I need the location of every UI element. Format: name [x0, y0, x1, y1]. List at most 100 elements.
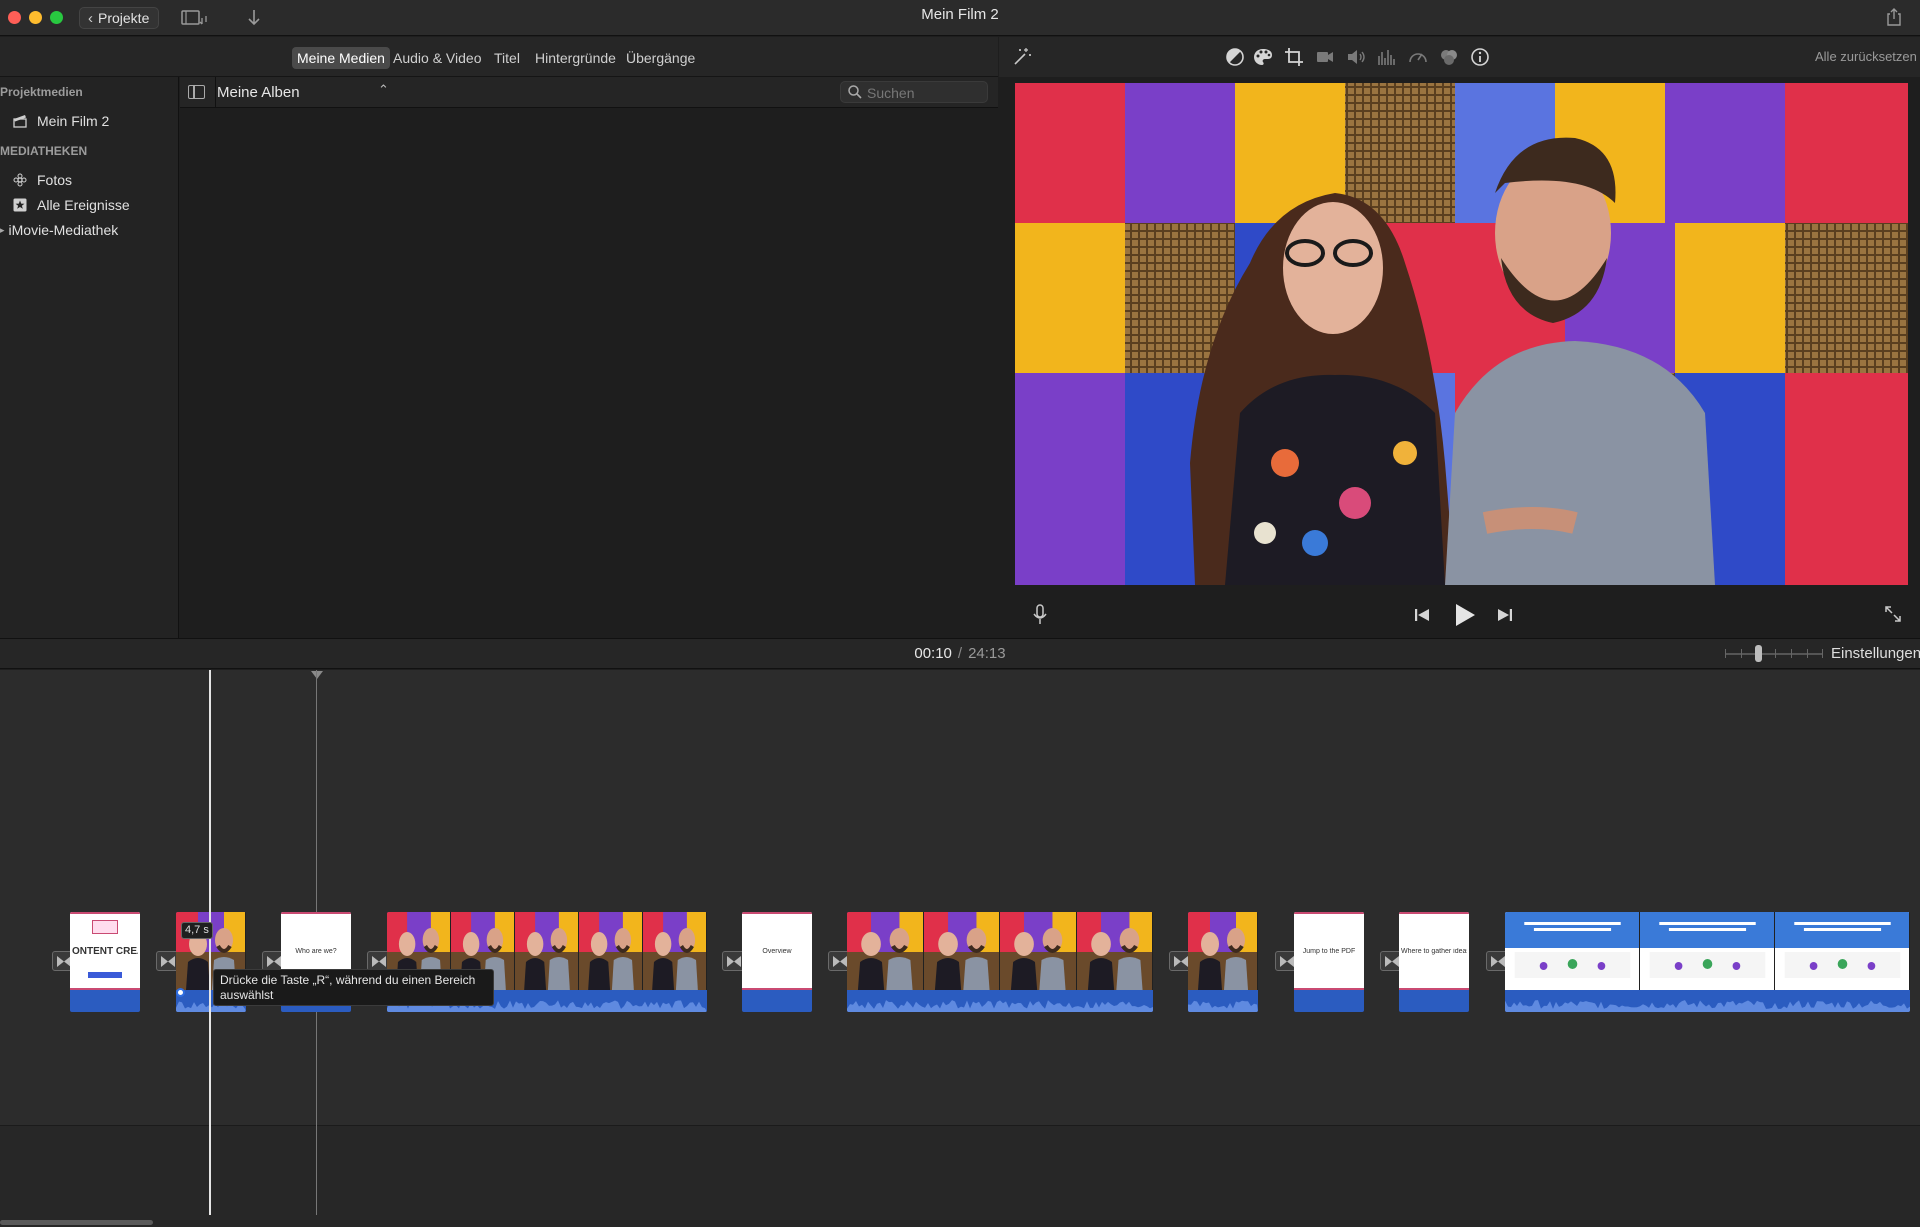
sidebar-item-label: Fotos [37, 172, 73, 188]
audio-drop-zone[interactable] [0, 1125, 1920, 1227]
title-clip[interactable]: Overview [742, 912, 812, 1012]
logo-icon [92, 920, 118, 934]
volume-icon[interactable] [1345, 46, 1367, 68]
skip-forward-icon[interactable] [1497, 607, 1513, 628]
sidebar-item-label: Alle Ereignisse [37, 197, 130, 213]
up-down-chevron-icon[interactable]: ⌃ [378, 82, 389, 98]
playhead-marker[interactable] [311, 671, 323, 679]
sidebar-item-imovie-library[interactable]: ▸ iMovie-Mediathek [0, 222, 118, 238]
speed-icon[interactable] [1407, 46, 1429, 68]
tab-titel[interactable]: Titel [489, 47, 525, 69]
video-frame [923, 912, 1000, 990]
project-media-header: Projektmedien [0, 85, 83, 99]
sidebar-item-label: Mein Film 2 [37, 113, 110, 129]
clip-thumbnail: Jump to the PDF [1294, 912, 1364, 990]
search-input[interactable] [867, 84, 982, 101]
audio-waveform [70, 990, 140, 1012]
video-clip[interactable] [847, 912, 1153, 1012]
clip-thumbnail [847, 912, 1153, 990]
video-frame [1076, 912, 1153, 990]
play-icon[interactable] [1454, 603, 1476, 632]
tab-hintergruende[interactable]: Hintergründe [530, 47, 621, 69]
skip-back-icon[interactable] [1414, 607, 1430, 628]
time-separator: / [957, 645, 963, 662]
title-card-text: Overview [762, 948, 792, 955]
clip-thumbnail [1505, 912, 1910, 990]
window-title: Mein Film 2 [921, 6, 999, 23]
crop-icon[interactable] [1283, 46, 1305, 68]
slide-frame [1505, 912, 1640, 990]
tab-meine-medien[interactable]: Meine Medien [292, 47, 390, 69]
timeline-header: 00:10 / 24:13 Einstellungen [0, 638, 1920, 669]
title-clip[interactable]: Jump to the PDF [1294, 912, 1364, 1012]
color-correction-icon[interactable] [1252, 46, 1274, 68]
search-icon [847, 84, 863, 100]
timeline-scrollbar[interactable] [0, 1220, 153, 1225]
clip-thumbnail [1188, 912, 1258, 990]
equalizer-icon[interactable] [1376, 46, 1398, 68]
video-clip[interactable] [1188, 912, 1258, 1012]
tab-uebergaenge[interactable]: Übergänge [621, 47, 700, 69]
slide-frame [1775, 912, 1910, 990]
viewer: Alle zurücksetzen [999, 37, 1920, 638]
clip-duration-badge: 4,7 s [181, 922, 213, 939]
star-event-icon [12, 197, 28, 213]
current-time: 00:10 [914, 645, 952, 662]
info-icon[interactable] [1469, 46, 1491, 68]
video-clip[interactable] [1505, 912, 1910, 1012]
tooltip: Drücke die Taste „R“, während du einen B… [213, 969, 494, 1006]
audio-waveform [1399, 990, 1469, 1012]
sidebar-toggle-icon[interactable] [188, 85, 205, 99]
color-balance-icon[interactable] [1224, 46, 1246, 68]
video-frame [1000, 912, 1077, 990]
library-sidebar: Projektmedien Mein Film 2 MEDIATHEKEN Fo… [0, 77, 179, 638]
slide-frame [1640, 912, 1775, 990]
title-card-text: Where to gather ideas f [1401, 948, 1467, 955]
video-frame [1188, 912, 1258, 990]
timeline-settings-button[interactable]: Einstellungen [1831, 645, 1920, 662]
video-preview[interactable] [1015, 83, 1908, 585]
fullscreen-icon[interactable] [1884, 605, 1902, 628]
video-frame [847, 912, 924, 990]
clip-thumbnail: Where to gather ideas f [1399, 912, 1469, 990]
microphone-icon[interactable] [1033, 604, 1047, 631]
imovie-window: ‹ Projekte Mein Film 2 Meine Medien Audi… [0, 0, 1920, 1227]
timeline[interactable]: ONTENT CREAT Who are we? Overview Jump to t… [0, 670, 1920, 1227]
reset-all-button[interactable]: Alle zurücksetzen [1815, 49, 1917, 64]
playback-controls [999, 592, 1920, 638]
sidebar-item-all-events[interactable]: Alle Ereignisse [12, 197, 130, 213]
audio-waveform [1294, 990, 1364, 1012]
video-frame [579, 912, 643, 990]
adjustments-toolbar: Alle zurücksetzen [999, 37, 1920, 77]
media-browser: Meine Alben ⌃ [180, 77, 998, 638]
disclosure-triangle-icon[interactable]: ▸ [0, 225, 5, 236]
title-bar: ‹ Projekte Mein Film 2 [0, 0, 1920, 36]
audio-waveform [1505, 990, 1910, 1012]
title-card-text: Who are we? [295, 948, 337, 955]
divider [215, 77, 216, 108]
stabilization-icon[interactable] [1314, 46, 1336, 68]
sidebar-item-project[interactable]: Mein Film 2 [12, 113, 109, 129]
timeline-zoom-slider[interactable] [1725, 645, 1823, 662]
magic-wand-icon[interactable] [1011, 46, 1033, 68]
audio-waveform [847, 990, 1153, 1012]
title-card-text: Jump to the PDF [1302, 948, 1356, 955]
audio-waveform [1188, 990, 1258, 1012]
title-card-text: ONTENT CREAT [72, 946, 138, 957]
media-browser-tabs: Meine Medien Audio & Video Titel Hinterg… [0, 37, 998, 77]
share-icon[interactable] [1884, 6, 1904, 28]
timecode: 00:10 / 24:13 [0, 645, 1920, 662]
noise-reduction-icon[interactable] [1438, 46, 1460, 68]
total-duration: 24:13 [968, 645, 1006, 662]
video-frame [643, 912, 707, 990]
title-clip[interactable]: Where to gather ideas f [1399, 912, 1469, 1012]
album-selector[interactable]: Meine Alben [217, 84, 300, 101]
skimmer-line [209, 670, 211, 1215]
zoom-slider-thumb[interactable] [1755, 645, 1762, 662]
title-clip[interactable]: ONTENT CREAT [70, 912, 140, 1012]
sidebar-item-label: iMovie-Mediathek [8, 222, 119, 238]
tab-audio-video[interactable]: Audio & Video [388, 47, 486, 69]
search-field[interactable] [840, 81, 988, 103]
clip-range-handle[interactable] [176, 988, 185, 997]
sidebar-item-fotos[interactable]: Fotos [12, 172, 72, 188]
